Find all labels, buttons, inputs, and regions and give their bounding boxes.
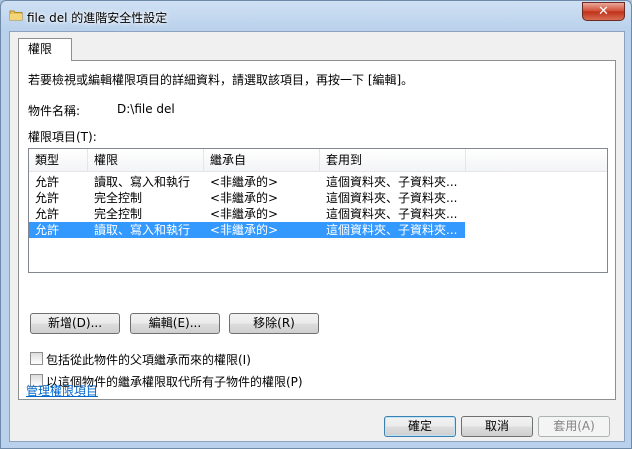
tab-permissions[interactable]: 權限 bbox=[18, 38, 72, 61]
column-header-permission[interactable]: 權限 bbox=[88, 149, 204, 172]
cell-type: 允許 bbox=[35, 207, 60, 221]
apply-button[interactable]: 套用(A) bbox=[538, 416, 610, 437]
column-header-inherited-from[interactable]: 繼承自 bbox=[204, 149, 320, 172]
cell-apply-to: 這個資料夾、子資料夾... bbox=[326, 191, 458, 205]
close-button[interactable]: ✕ bbox=[582, 2, 625, 21]
title-bar[interactable]: file del 的進階安全性設定 ✕ bbox=[1, 1, 631, 31]
add-button[interactable]: 新增(D)... bbox=[30, 313, 120, 334]
cell-type: 允許 bbox=[35, 175, 60, 189]
folder-icon bbox=[9, 10, 23, 21]
cell-permission: 讀取、寫入和執行 bbox=[94, 175, 191, 189]
permission-entries-list[interactable]: 類型 權限 繼承自 套用到 允許 讀取、寫入和執行 <非繼承的> 這個資料夾、子… bbox=[28, 148, 608, 273]
table-row[interactable]: 允許 讀取、寫入和執行 <非繼承的> 這個資料夾、子資料夾... bbox=[29, 174, 465, 190]
advanced-security-settings-window: file del 的進階安全性設定 ✕ 權限 若要檢視或編輯權限項目的詳細資料，… bbox=[0, 0, 632, 449]
list-header: 類型 權限 繼承自 套用到 bbox=[29, 149, 607, 172]
dialog-client-area: 權限 若要檢視或編輯權限項目的詳細資料，請選取該項目，再按一下 [編輯]。 物件… bbox=[9, 31, 625, 442]
column-header-type[interactable]: 類型 bbox=[29, 149, 88, 172]
cell-inherited-from: <非繼承的> bbox=[210, 207, 279, 221]
table-row-selected[interactable]: 允許 讀取、寫入和執行 <非繼承的> 這個資料夾、子資料夾... bbox=[29, 222, 465, 238]
edit-button[interactable]: 編輯(E)... bbox=[130, 313, 220, 334]
cell-permission: 完全控制 bbox=[94, 207, 143, 221]
cell-permission: 完全控制 bbox=[94, 191, 143, 205]
table-row[interactable]: 允許 完全控制 <非繼承的> 這個資料夾、子資料夾... bbox=[29, 206, 465, 222]
window-title: file del 的進階安全性設定 bbox=[27, 11, 168, 25]
cell-apply-to: 這個資料夾、子資料夾... bbox=[326, 175, 458, 189]
cell-inherited-from: <非繼承的> bbox=[210, 191, 279, 205]
object-name-value: D:\file del bbox=[117, 102, 175, 116]
include-inheritable-checkbox[interactable] bbox=[30, 352, 43, 365]
include-inheritable-label[interactable]: 包括從此物件的父項繼承而來的權限(I) bbox=[46, 351, 251, 368]
manage-permission-entries-link[interactable]: 管理權限項目 bbox=[26, 382, 98, 399]
object-name-label: 物件名稱: bbox=[28, 104, 81, 118]
cell-inherited-from: <非繼承的> bbox=[210, 175, 279, 189]
cell-apply-to: 這個資料夾、子資料夾... bbox=[326, 207, 458, 221]
instructions-text: 若要檢視或編輯權限項目的詳細資料，請選取該項目，再按一下 [編輯]。 bbox=[28, 73, 414, 87]
cell-apply-to: 這個資料夾、子資料夾... bbox=[326, 223, 458, 237]
permission-entries-label: 權限項目(T): bbox=[28, 130, 97, 144]
remove-button[interactable]: 移除(R) bbox=[229, 313, 319, 334]
cancel-button[interactable]: 取消 bbox=[461, 416, 533, 437]
cell-type: 允許 bbox=[35, 223, 60, 237]
cell-type: 允許 bbox=[35, 191, 60, 205]
cell-permission: 讀取、寫入和執行 bbox=[94, 223, 191, 237]
ok-button[interactable]: 確定 bbox=[384, 416, 456, 437]
permissions-tab-panel: 若要檢視或編輯權限項目的詳細資料，請選取該項目，再按一下 [編輯]。 物件名稱:… bbox=[18, 60, 616, 400]
cell-inherited-from: <非繼承的> bbox=[210, 223, 279, 237]
table-row[interactable]: 允許 完全控制 <非繼承的> 這個資料夾、子資料夾... bbox=[29, 190, 465, 206]
column-header-apply-to[interactable]: 套用到 bbox=[320, 149, 466, 172]
